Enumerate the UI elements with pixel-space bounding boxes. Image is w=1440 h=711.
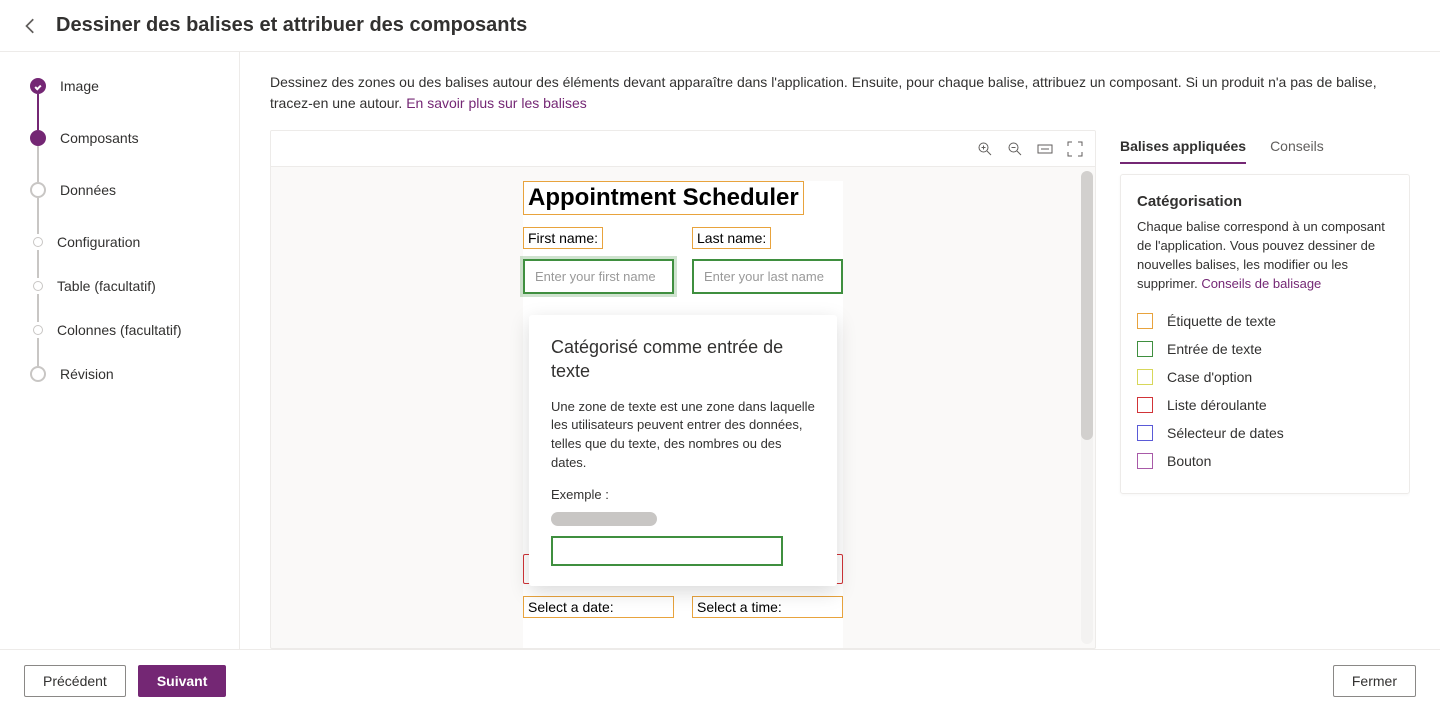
tooltip-example-box xyxy=(551,536,783,566)
tooltip-example-label: Exemple : xyxy=(551,487,815,502)
mock-firstname-label-tag[interactable]: First name: xyxy=(523,227,603,249)
step-image[interactable]: Image xyxy=(30,78,209,130)
tab-tips[interactable]: Conseils xyxy=(1270,130,1324,164)
step-composants[interactable]: Composants xyxy=(30,130,209,182)
step-subdot-icon xyxy=(33,237,43,247)
step-donnees[interactable]: Données xyxy=(30,182,209,234)
fit-width-icon[interactable] xyxy=(1037,141,1053,157)
legend-radio[interactable]: Case d'option xyxy=(1137,363,1393,391)
card-title: Catégorisation xyxy=(1137,193,1393,210)
stepper-nav: Image Composants Données Configuration T xyxy=(0,52,240,649)
swatch-icon xyxy=(1137,453,1153,469)
canvas-toolbar xyxy=(271,131,1095,167)
step-dot-icon xyxy=(30,130,46,146)
learn-more-link[interactable]: En savoir plus sur les balises xyxy=(406,95,587,111)
step-table[interactable]: Table (facultatif) xyxy=(30,278,209,322)
mock-firstname-input-tag[interactable]: Enter your first name xyxy=(523,259,674,294)
panel-tabs: Balises appliquées Conseils xyxy=(1120,130,1410,164)
legend-button[interactable]: Bouton xyxy=(1137,447,1393,475)
step-dot-icon xyxy=(30,366,46,382)
next-button[interactable]: Suivant xyxy=(138,665,227,697)
intro-text: Dessinez des zones ou des balises autour… xyxy=(270,72,1410,114)
scrollbar-thumb[interactable] xyxy=(1081,171,1093,440)
tab-applied-tags[interactable]: Balises appliquées xyxy=(1120,130,1246,164)
previous-button[interactable]: Précédent xyxy=(24,665,126,697)
fit-screen-icon[interactable] xyxy=(1067,141,1083,157)
step-colonnes[interactable]: Colonnes (facultatif) xyxy=(30,322,209,366)
mock-lastname-label-tag[interactable]: Last name: xyxy=(692,227,771,249)
mock-heading-tag[interactable]: Appointment Scheduler xyxy=(523,181,804,215)
zoom-in-icon[interactable] xyxy=(977,141,993,157)
swatch-icon xyxy=(1137,425,1153,441)
mock-form: Appointment Scheduler First name: Enter … xyxy=(523,181,843,648)
legend-text-input[interactable]: Entrée de texte xyxy=(1137,335,1393,363)
step-dot-icon xyxy=(30,78,46,94)
tooltip-example-pill xyxy=(551,512,657,526)
swatch-icon xyxy=(1137,397,1153,413)
page-header: Dessiner des balises et attribuer des co… xyxy=(0,0,1440,52)
footer-bar: Précédent Suivant Fermer xyxy=(0,649,1440,711)
card-desc: Chaque balise correspond à un composant … xyxy=(1137,218,1393,293)
step-subdot-icon xyxy=(33,325,43,335)
canvas-scroll[interactable]: Appointment Scheduler First name: Enter … xyxy=(271,167,1095,648)
tooltip-title: Catégorisé comme entrée de texte xyxy=(551,335,815,384)
step-revision[interactable]: Révision xyxy=(30,366,209,382)
mock-selecttime-label-tag[interactable]: Select a time: xyxy=(692,596,843,618)
zoom-out-icon[interactable] xyxy=(1007,141,1023,157)
canvas-area: Appointment Scheduler First name: Enter … xyxy=(270,130,1096,649)
swatch-icon xyxy=(1137,313,1153,329)
back-arrow-icon[interactable] xyxy=(22,17,40,35)
legend-datepicker[interactable]: Sélecteur de dates xyxy=(1137,419,1393,447)
close-button[interactable]: Fermer xyxy=(1333,665,1416,697)
swatch-icon xyxy=(1137,369,1153,385)
step-dot-icon xyxy=(30,182,46,198)
tagging-tips-link[interactable]: Conseils de balisage xyxy=(1201,276,1321,291)
legend-list: Étiquette de texte Entrée de texte Case … xyxy=(1137,307,1393,475)
tooltip-desc: Une zone de texte est une zone dans laqu… xyxy=(551,398,815,473)
legend-dropdown[interactable]: Liste déroulante xyxy=(1137,391,1393,419)
page-title: Dessiner des balises et attribuer des co… xyxy=(56,14,527,37)
step-subdot-icon xyxy=(33,281,43,291)
step-configuration[interactable]: Configuration xyxy=(30,234,209,278)
legend-text-label[interactable]: Étiquette de texte xyxy=(1137,307,1393,335)
mock-lastname-input-tag[interactable]: Enter your last name xyxy=(692,259,843,294)
swatch-icon xyxy=(1137,341,1153,357)
mock-selectdate-label-tag[interactable]: Select a date: xyxy=(523,596,674,618)
categorization-card: Catégorisation Chaque balise correspond … xyxy=(1120,174,1410,494)
right-panel: Balises appliquées Conseils Catégorisati… xyxy=(1120,130,1410,649)
category-tooltip: Catégorisé comme entrée de texte Une zon… xyxy=(529,315,837,586)
